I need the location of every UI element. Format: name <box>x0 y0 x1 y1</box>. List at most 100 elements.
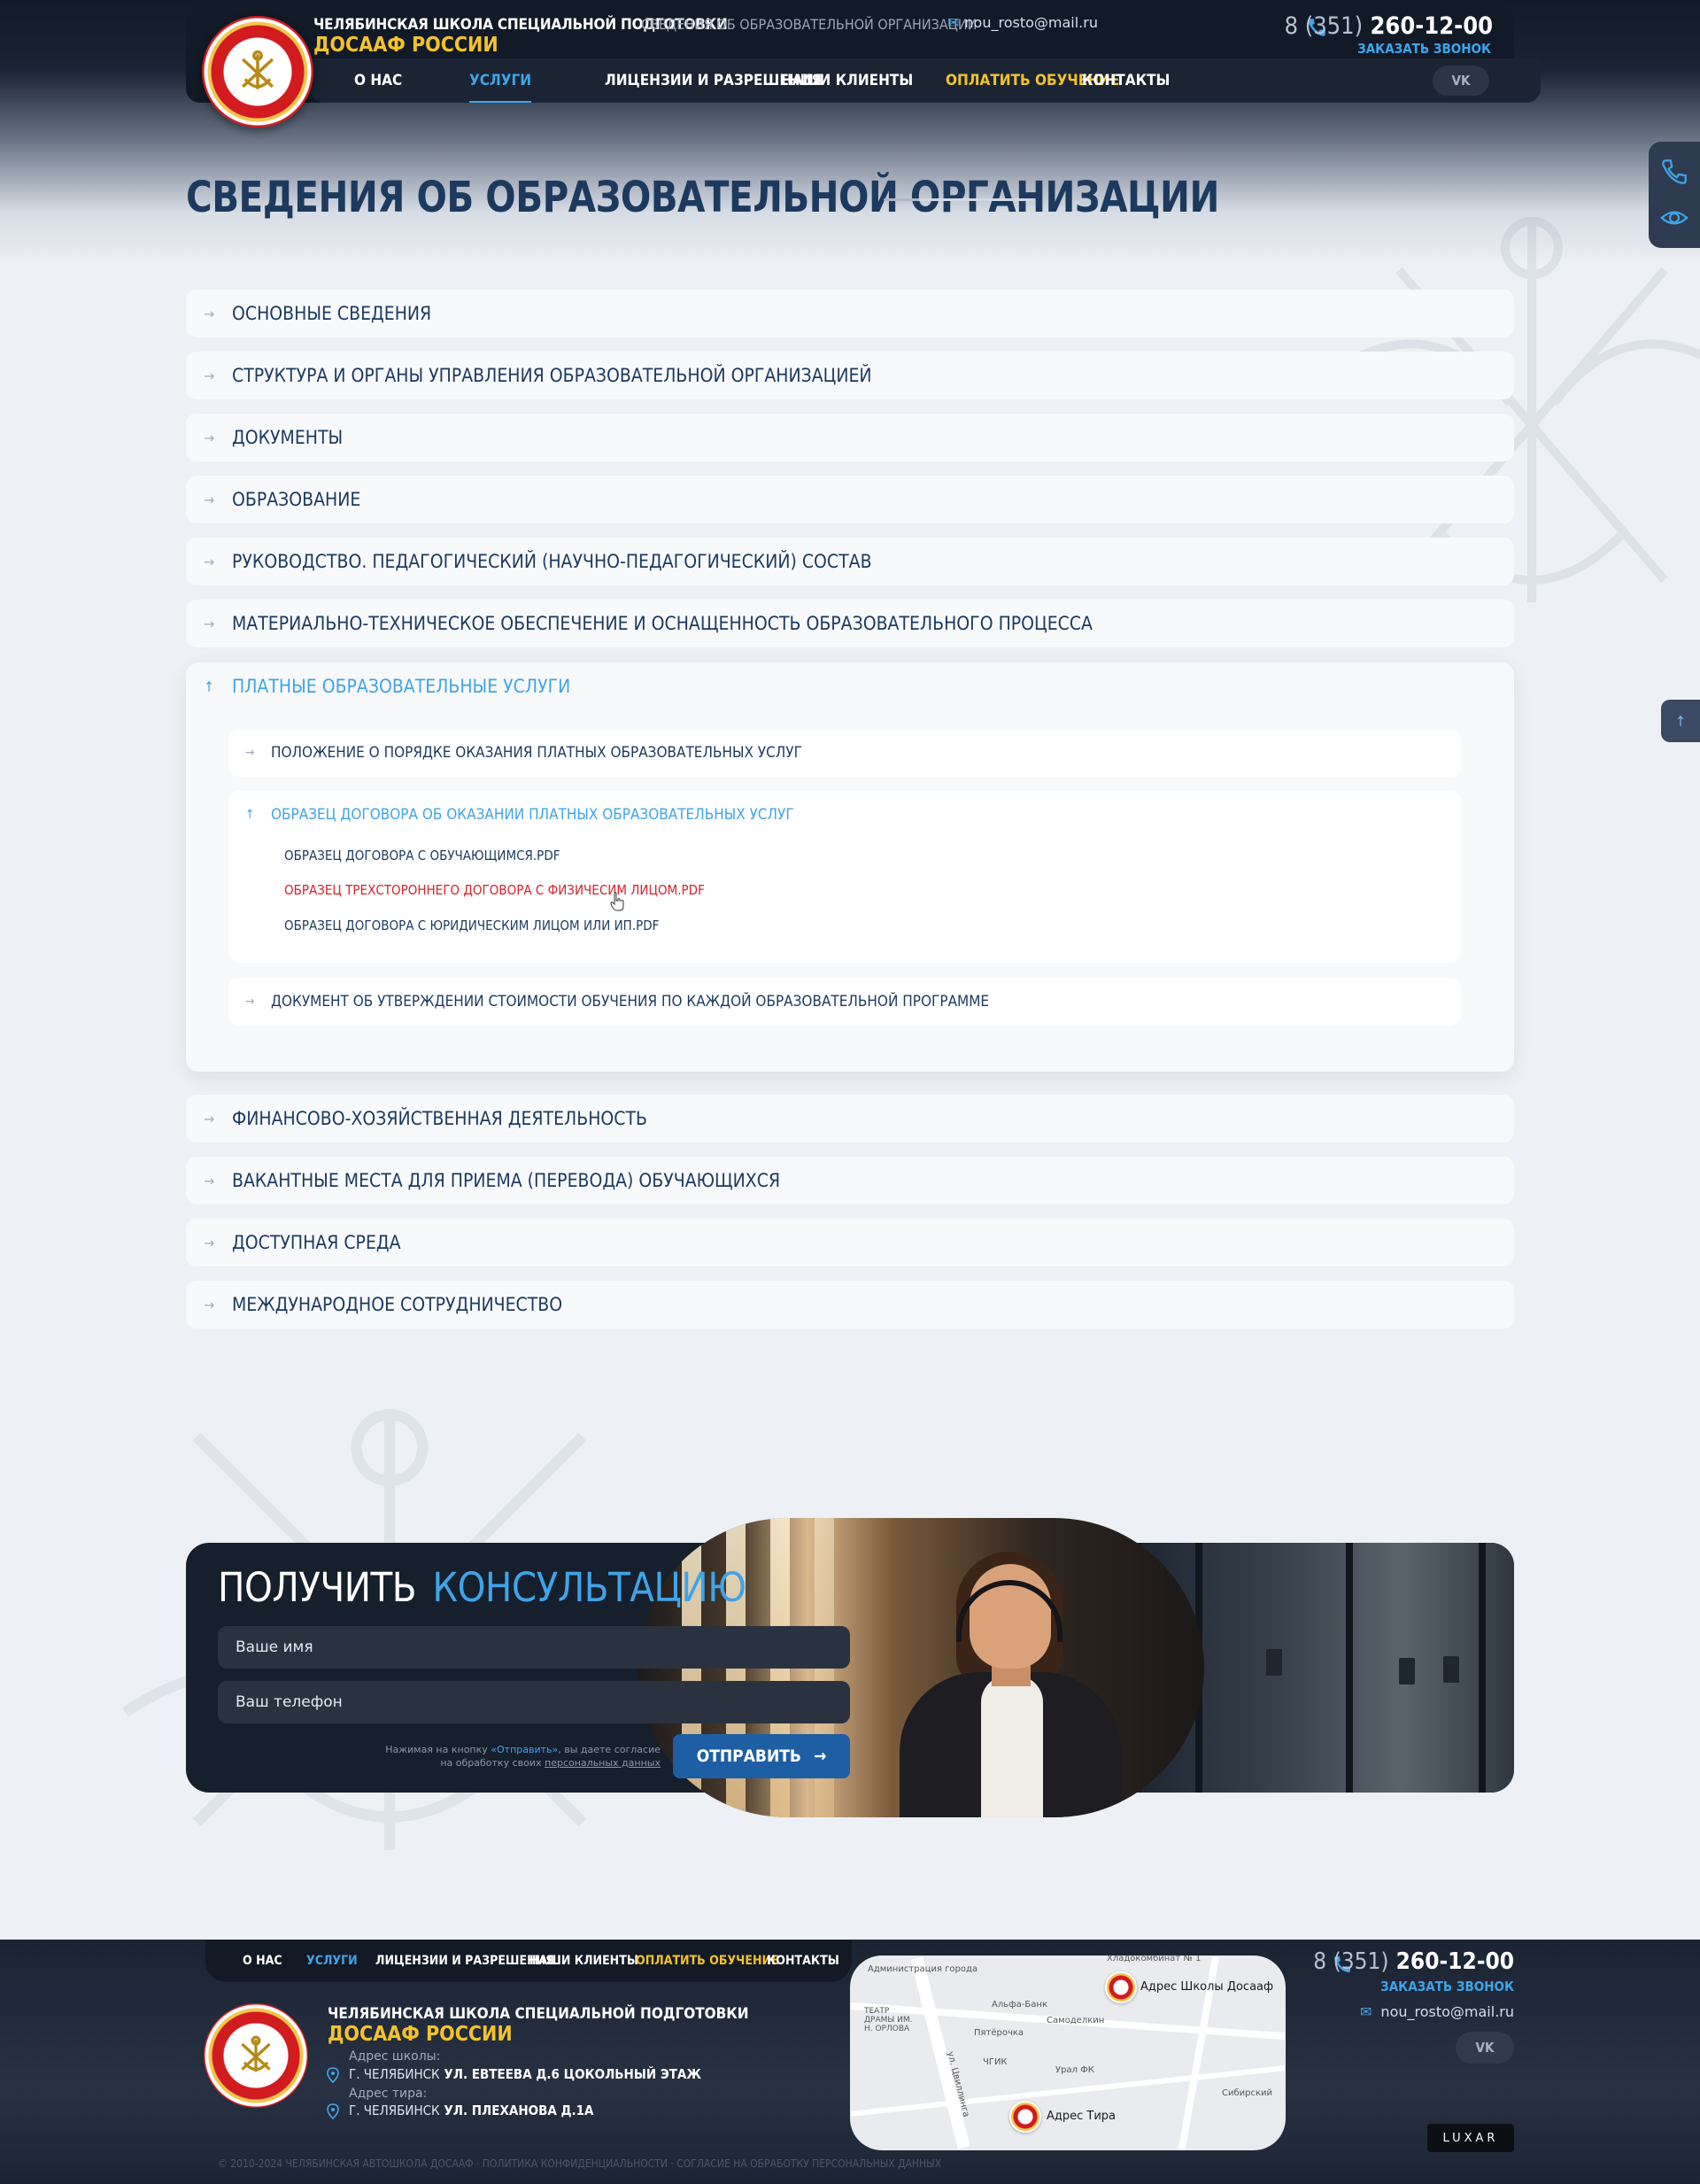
footer-nav-item[interactable]: ОПЛАТИТЬ ОБУЧЕНИЕ <box>636 1954 779 1968</box>
map-label: Хладокомбинат № 1 <box>1107 1956 1202 1963</box>
arrow-up-icon: ↑ <box>1674 712 1687 730</box>
school-marker-label: Адрес Школы Досааф <box>1140 1980 1274 1994</box>
consent-note: Нажимая на кнопку «Отправить», вы даете … <box>381 1743 661 1770</box>
accordion-item[interactable]: → ВАКАНТНЫЕ МЕСТА ДЛЯ ПРИЕМА (ПЕРЕВОДА) О… <box>186 1157 1514 1204</box>
footer-email[interactable]: ✉ nou_rosto@mail.ru <box>1360 2003 1514 2020</box>
arrow-right-icon: → <box>244 746 255 760</box>
site-header: ЧЕЛЯБИНСКАЯ ШКОЛА СПЕЦИАЛЬНОЙ ПОДГОТОВКИ… <box>186 7 1541 128</box>
school-map-marker[interactable] <box>1105 1971 1137 2003</box>
arrow-right-icon: → <box>813 1746 827 1766</box>
footer-callback-link[interactable]: ЗАКАЗАТЬ ЗВОНОК <box>1380 1979 1514 1994</box>
accordion-item[interactable]: → МАТЕРИАЛЬНО-ТЕХНИЧЕСКОЕ ОБЕСПЕЧЕНИЕ И О… <box>186 600 1514 647</box>
arrow-right-icon: → <box>203 615 215 632</box>
chevron-up-icon: ↑ <box>203 678 215 695</box>
accordion-item[interactable]: → ФИНАНСОВО-ХОЗЯЙСТВЕННАЯ ДЕЯТЕЛЬНОСТЬ <box>186 1095 1514 1142</box>
dosaaf-logo[interactable] <box>202 16 313 128</box>
title-part: ПОЛУЧИТЬ <box>218 1564 416 1611</box>
name-input[interactable]: Ваше имя <box>218 1626 850 1669</box>
accordion-item[interactable]: → ОБРАЗОВАНИЕ <box>186 476 1514 523</box>
address-street: УЛ. ЕВТЕЕВА Д.6 ЦОКОЛЬНЫЙ ЭТАЖ <box>444 2066 701 2082</box>
file-link[interactable]: ОБРАЗЕЦ ДОГОВОРА С ЮРИДИЧЕСКИМ ЛИЦОМ ИЛИ… <box>284 918 659 933</box>
footer-nav-item[interactable]: О НАС <box>243 1954 282 1968</box>
location-map[interactable]: Администрация города ТЕАТР ДРАМЫ ИМ. Н. … <box>850 1956 1286 2150</box>
accordion-item[interactable]: → МЕЖДУНАРОДНОЕ СОТРУДНИЧЕСТВО <box>186 1281 1514 1328</box>
nav-item[interactable]: КОНТАКТЫ <box>1082 58 1170 103</box>
file-link[interactable]: ОБРАЗЕЦ ДОГОВОРА С ОБУЧАЮЩИМСЯ.PDF <box>284 848 560 864</box>
accordion-label: МАТЕРИАЛЬНО-ТЕХНИЧЕСКОЕ ОБЕСПЕЧЕНИЕ И ОС… <box>232 613 1093 634</box>
sub-item-label: ДОКУМЕНТ ОБ УТВЕРЖДЕНИИ СТОИМОСТИ ОБУЧЕН… <box>271 993 990 1011</box>
phone-icon[interactable] <box>1659 157 1689 187</box>
org-info-link[interactable]: СВЕДЕНИЯ ОБ ОБРАЗОВАТЕЛЬНОЙ ОРГАНИЗАЦИИ <box>641 16 977 33</box>
callback-link[interactable]: ЗАКАЗАТЬ ЗВОНОК <box>1357 41 1491 57</box>
consent-text: , вы даете согласие <box>558 1744 661 1755</box>
hand-cursor-icon <box>610 892 624 911</box>
sub-item-label: ОБРАЗЕЦ ДОГОВОРА ОБ ОКАЗАНИИ ПЛАТНЫХ ОБР… <box>271 806 794 824</box>
range-address: Г. ЧЕЛЯБИНСК УЛ. ПЛЕХАНОВА Д.1А <box>349 2103 594 2118</box>
location-pin-icon <box>327 2067 339 2083</box>
accordion-label: РУКОВОДСТВО. ПЕДАГОГИЧЕСКИЙ (НАУЧНО-ПЕДА… <box>232 551 872 572</box>
accordion-label: СТРУКТУРА И ОРГАНЫ УПРАВЛЕНИЯ ОБРАЗОВАТЕ… <box>232 365 872 386</box>
accordion-label: ОБРАЗОВАНИЕ <box>232 489 361 510</box>
nav-item[interactable]: УСЛУГИ <box>469 58 532 103</box>
sub-item-cost-document[interactable]: → ДОКУМЕНТ ОБ УТВЕРЖДЕНИИ СТОИМОСТИ ОБУЧ… <box>228 978 1461 1026</box>
accordion-label: ОСНОВНЫЕ СВЕДЕНИЯ <box>232 303 432 324</box>
map-label: ТЕАТР ДРАМЫ ИМ. Н. ОРЛОВА <box>864 2007 913 2033</box>
anchor-emblem-icon <box>241 2035 271 2072</box>
footer-nav-item[interactable]: ЛИЦЕНЗИИ И РАЗРЕШЕНИЯ <box>375 1954 554 1968</box>
arrow-right-icon: → <box>203 367 215 384</box>
header-phone[interactable]: 8 (351) 260-12-00 <box>1285 12 1493 40</box>
accordion-item-paid-services: ↑ ПЛАТНЫЕ ОБРАЗОВАТЕЛЬНЫЕ УСЛУГИ → ПОЛОЖ… <box>186 662 1514 1072</box>
footer-nav-item[interactable]: КОНТАКТЫ <box>767 1954 839 1968</box>
arrow-right-icon: → <box>203 491 215 508</box>
map-label: Администрация города <box>868 1964 978 1974</box>
accordion-item[interactable]: → ДОКУМЕНТЫ <box>186 414 1514 461</box>
footer-nav-item[interactable]: НАШИ КЛИЕНТЫ <box>529 1954 638 1968</box>
footer-nav-item[interactable]: УСЛУГИ <box>306 1954 358 1968</box>
range-marker-label: Адрес Тира <box>1047 2110 1117 2123</box>
file-link[interactable]: ОБРАЗЕЦ ТРЕХСТОРОННЕГО ДОГОВОРА С ФИЗИЧЕ… <box>284 882 705 898</box>
map-label: ЧГИК <box>983 2057 1008 2067</box>
arrow-right-icon: → <box>203 429 215 446</box>
arrow-right-icon: → <box>203 1110 215 1127</box>
footer-brand-title: ЧЕЛЯБИНСКАЯ ШКОЛА СПЕЦИАЛЬНОЙ ПОДГОТОВКИ <box>328 2005 749 2023</box>
arrow-right-icon: → <box>203 1234 215 1251</box>
scroll-up-button[interactable]: ↑ <box>1661 700 1700 742</box>
header-email[interactable]: ✉ nou_rosto@mail.ru <box>947 14 1098 31</box>
vk-icon[interactable]: VK <box>1456 2032 1514 2064</box>
map-label: Альфа-Банк <box>992 2000 1047 2010</box>
title-decor-line <box>884 198 1034 201</box>
email-text: nou_rosto@mail.ru <box>964 14 1098 31</box>
developer-logo[interactable]: LUXAR <box>1427 2124 1514 2152</box>
range-map-marker[interactable] <box>1009 2101 1041 2133</box>
vk-icon[interactable]: VK <box>1433 66 1489 96</box>
arrow-right-icon: → <box>244 995 255 1009</box>
anchor-emblem-icon <box>242 50 274 89</box>
accordion-item[interactable]: → СТРУКТУРА И ОРГАНЫ УПРАВЛЕНИЯ ОБРАЗОВАТ… <box>186 352 1514 399</box>
footer-phone[interactable]: 8 (351) 260-12-00 <box>1313 1948 1514 1975</box>
eye-icon[interactable] <box>1659 203 1689 233</box>
address-city: Г. ЧЕЛЯБИНСК <box>349 2103 440 2118</box>
sub-item-regulation[interactable]: → ПОЛОЖЕНИЕ О ПОРЯДКЕ ОКАЗАНИЯ ПЛАТНЫХ О… <box>228 729 1461 777</box>
consent-text: Нажимая на кнопку <box>385 1744 488 1755</box>
consent-link: «Отправить» <box>491 1744 559 1755</box>
accordion-label: ДОСТУПНАЯ СРЕДА <box>232 1232 401 1253</box>
accordion-header[interactable]: ↑ ПЛАТНЫЕ ОБРАЗОВАТЕЛЬНЫЕ УСЛУГИ <box>186 662 570 710</box>
footer-nav: О НАС УСЛУГИ ЛИЦЕНЗИИ И РАЗРЕШЕНИЯ НАШИ КЛИ… <box>205 1940 852 1982</box>
accordion-item[interactable]: → ОСНОВНЫЕ СВЕДЕНИЯ <box>186 290 1514 337</box>
nav-item[interactable]: О НАС <box>354 58 402 103</box>
arrow-right-icon: → <box>203 1172 215 1189</box>
nav-item[interactable]: НАШИ КЛИЕНТЫ <box>781 58 913 103</box>
dosaaf-logo[interactable] <box>204 2003 308 2108</box>
send-button[interactable]: ОТПРАВИТЬ → <box>673 1734 850 1778</box>
phone-input[interactable]: Ваш телефон <box>218 1681 850 1723</box>
sub-item-contract-sample: ↑ ОБРАЗЕЦ ДОГОВОРА ОБ ОКАЗАНИИ ПЛАТНЫХ О… <box>228 791 1461 963</box>
brand-subtitle: ДОСААФ РОССИИ <box>313 34 498 57</box>
side-panel <box>1649 142 1700 248</box>
accordion-item[interactable]: → ДОСТУПНАЯ СРЕДА <box>186 1219 1514 1266</box>
sub-item-header[interactable]: ↑ ОБРАЗЕЦ ДОГОВОРА ОБ ОКАЗАНИИ ПЛАТНЫХ О… <box>228 791 794 839</box>
accordion-item[interactable]: → РУКОВОДСТВО. ПЕДАГОГИЧЕСКИЙ (НАУЧНО-ПЕД… <box>186 538 1514 585</box>
privacy-link[interactable]: персональных данных <box>545 1757 661 1769</box>
map-label: Сибирский <box>1222 2088 1273 2098</box>
location-pin-icon <box>327 2103 339 2119</box>
range-address-label: Адрес тира: <box>349 2087 428 2101</box>
